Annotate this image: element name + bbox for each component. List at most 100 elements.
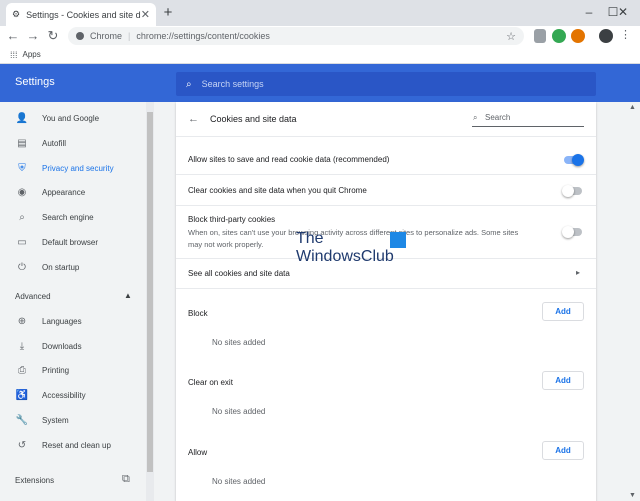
close-tab-icon[interactable]: ✕ <box>141 8 150 21</box>
block-add-button[interactable]: Add <box>542 302 584 321</box>
bookmarks-bar: ⁞⁞⁞ Apps <box>0 46 640 64</box>
sidebar-item-label: Autofill <box>42 138 67 148</box>
address-site: Chrome <box>90 31 123 41</box>
clear-on-exit-empty-text: No sites added <box>212 407 266 416</box>
scroll-down-icon[interactable]: ▼ <box>629 492 636 499</box>
windows-logo-icon <box>390 232 406 248</box>
browser-icon: ▭ <box>17 236 27 248</box>
sidebar-item-label: You and Google <box>42 113 100 123</box>
block-section-title: Block <box>188 309 208 318</box>
allow-cookies-row[interactable]: Allow sites to save and read cookie data… <box>176 145 596 175</box>
allow-cookies-label: Allow sites to save and read cookie data… <box>188 155 390 164</box>
allow-add-button[interactable]: Add <box>542 441 584 460</box>
open-external-icon[interactable]: ⧉ <box>122 473 130 486</box>
sidebar-item-appearance[interactable]: ◉ Appearance <box>0 181 146 203</box>
clear-on-quit-row[interactable]: Clear cookies and site data when you qui… <box>176 175 596 206</box>
cookies-title: Cookies and site data <box>210 114 297 124</box>
new-tab-button[interactable]: + <box>160 5 176 21</box>
sidebar-item-label: Default browser <box>42 237 99 247</box>
sidebar-item-you-and-google[interactable]: 👤 You and Google <box>0 107 146 129</box>
allow-section-title: Allow <box>188 448 208 457</box>
download-icon: ⤓ <box>19 340 25 352</box>
sidebar-item-system[interactable]: 🔧 System <box>0 409 146 431</box>
gear-icon: ⚙ <box>12 9 21 19</box>
watermark: The WindowsClub <box>296 230 414 270</box>
extension-green-icon[interactable] <box>552 29 566 43</box>
sidebar-item-default-browser[interactable]: ▭ Default browser <box>0 231 146 253</box>
sidebar-item-downloads[interactable]: ⤓ Downloads <box>0 335 146 357</box>
chrome-icon <box>76 32 84 40</box>
profile-avatar[interactable] <box>599 29 613 43</box>
sidebar-item-label: Reset and clean up <box>42 440 111 450</box>
sidebar-item-search-engine[interactable]: ⌕ Search engine <box>0 206 146 228</box>
clear-on-quit-toggle[interactable] <box>562 185 582 197</box>
accessibility-icon: ♿ <box>15 389 29 401</box>
cookies-search-placeholder: Search <box>485 113 511 122</box>
sidebar-item-label: Downloads <box>42 341 82 351</box>
clipboard-icon: ▤ <box>17 137 27 149</box>
search-icon: ⌕ <box>19 211 25 223</box>
main-scrollbar[interactable]: ▲ ▼ <box>626 102 640 501</box>
sidebar-item-label: Search engine <box>42 212 94 222</box>
clear-on-exit-add-button[interactable]: Add <box>542 371 584 390</box>
extension-shield-icon[interactable] <box>534 29 546 43</box>
cookies-search-input[interactable]: ⌕ Search <box>472 111 584 127</box>
chevron-up-icon[interactable]: ▲ <box>124 291 132 300</box>
sidebar-item-privacy[interactable]: ⛨ Privacy and security <box>0 157 146 179</box>
clear-on-quit-label: Clear cookies and site data when you qui… <box>188 186 367 195</box>
sidebar-extensions[interactable]: Extensions <box>15 476 54 485</box>
toggle-knob <box>572 154 584 166</box>
forward-button[interactable]: → <box>24 26 42 46</box>
sidebar-item-languages[interactable]: ⊕ Languages <box>0 310 146 332</box>
allow-cookies-toggle[interactable] <box>564 154 584 166</box>
sidebar-item-label: On startup <box>42 262 80 272</box>
cookies-page-header: ← Cookies and site data ⌕ Search <box>176 102 596 137</box>
sidebar-item-label: Languages <box>42 316 82 326</box>
sidebar-item-label: Printing <box>42 365 70 375</box>
tab-settings[interactable]: ⚙ Settings - Cookies and site data ✕ <box>6 3 156 26</box>
menu-icon[interactable]: ⋮ <box>620 28 631 41</box>
tab-title: Settings - Cookies and site data <box>26 9 141 20</box>
search-settings-input[interactable]: ⌕ Search settings <box>176 72 596 96</box>
watermark-line-2: WindowsClub <box>296 248 394 265</box>
sidebar-item-label: System <box>42 415 69 425</box>
shield-icon: ⛨ <box>18 162 26 174</box>
sidebar-item-printing[interactable]: ⎙ Printing <box>0 359 146 381</box>
block-third-party-desc-2: may not work properly. <box>188 240 264 249</box>
power-icon: ⏻ <box>18 261 26 273</box>
close-window-button[interactable]: ✕ <box>606 0 640 26</box>
printer-icon: ⎙ <box>18 364 26 376</box>
block-third-party-label: Block third-party cookies <box>188 215 276 224</box>
scroll-up-icon[interactable]: ▲ <box>629 104 636 111</box>
person-icon: 👤 <box>15 112 29 124</box>
address-separator: | <box>128 31 131 41</box>
wrench-icon: 🔧 <box>15 414 29 426</box>
watermark-line-1: The <box>296 230 324 247</box>
search-settings-placeholder: Search settings <box>201 79 264 89</box>
toggle-knob <box>562 185 574 197</box>
sidebar-item-label: Accessibility <box>42 390 86 400</box>
reset-icon: ↺ <box>17 439 27 451</box>
address-url: chrome://settings/content/cookies <box>136 31 270 41</box>
star-icon[interactable]: ☆ <box>506 30 516 43</box>
reload-button[interactable]: ↻ <box>44 26 62 46</box>
address-bar[interactable]: Chrome | chrome://settings/content/cooki… <box>68 27 524 45</box>
sidebar-item-reset[interactable]: ↺ Reset and clean up <box>0 434 146 456</box>
sidebar-item-label: Appearance <box>42 187 86 197</box>
extension-orange-icon[interactable] <box>571 29 585 43</box>
chevron-right-icon: ▸ <box>575 268 580 277</box>
sidebar-scrollbar-thumb[interactable] <box>147 112 153 472</box>
block-third-party-toggle[interactable] <box>562 226 582 238</box>
sidebar-item-on-startup[interactable]: ⏻ On startup <box>0 256 146 278</box>
bookmark-apps[interactable]: Apps <box>23 50 41 59</box>
sidebar-advanced[interactable]: Advanced <box>15 292 51 301</box>
sidebar-item-accessibility[interactable]: ♿ Accessibility <box>0 384 146 406</box>
back-arrow-icon[interactable]: ← <box>188 113 199 125</box>
sidebar-item-autofill[interactable]: ▤ Autofill <box>0 132 146 154</box>
see-all-cookies-label: See all cookies and site data <box>188 269 290 278</box>
search-icon: ⌕ <box>186 78 192 90</box>
clear-on-exit-section-title: Clear on exit <box>188 378 233 387</box>
apps-grid-icon: ⁞⁞⁞ <box>10 49 18 60</box>
back-button[interactable]: ← <box>4 26 22 46</box>
allow-empty-text: No sites added <box>212 477 266 486</box>
